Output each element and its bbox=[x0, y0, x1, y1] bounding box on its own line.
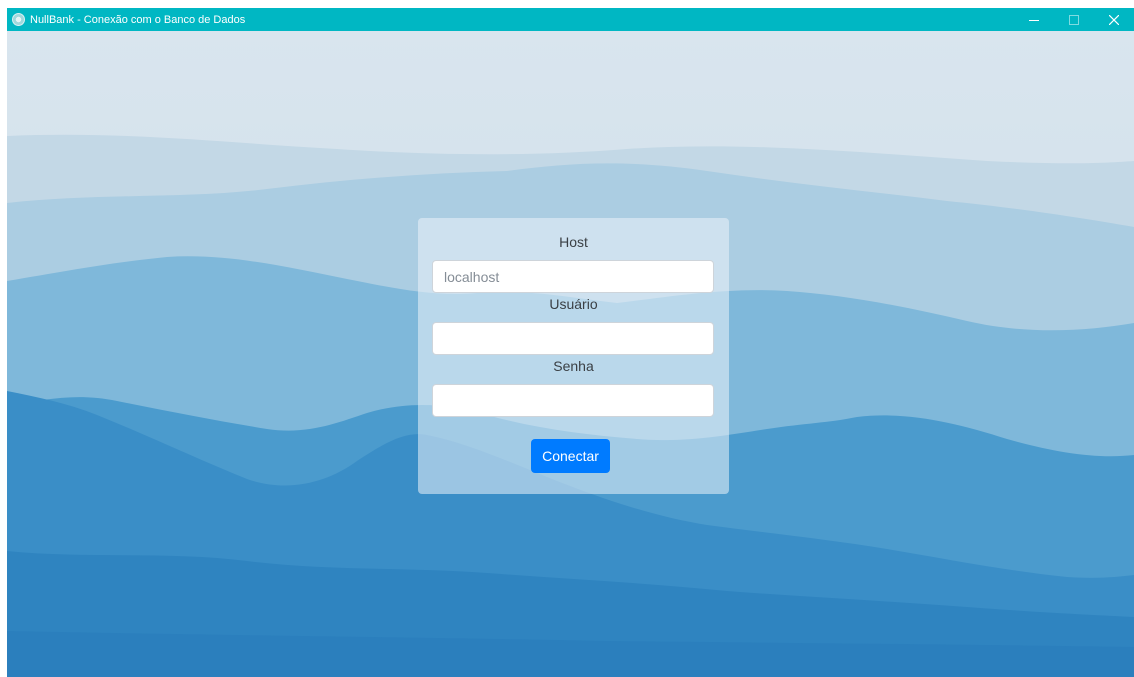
password-label: Senha bbox=[553, 358, 594, 374]
user-input[interactable] bbox=[432, 322, 714, 355]
login-card: Host Usuário Senha Conectar bbox=[418, 218, 729, 494]
minimize-button[interactable] bbox=[1014, 8, 1054, 31]
password-input[interactable] bbox=[432, 384, 714, 417]
close-icon bbox=[1109, 14, 1119, 25]
app-window: NullBank - Conexão com o Banco de Dados bbox=[7, 8, 1134, 677]
host-input[interactable] bbox=[432, 260, 714, 293]
app-icon bbox=[12, 13, 25, 26]
minimize-icon bbox=[1029, 19, 1039, 21]
connect-button[interactable]: Conectar bbox=[531, 439, 610, 473]
main-content: Host Usuário Senha Conectar bbox=[7, 31, 1134, 677]
window-controls bbox=[1014, 8, 1134, 31]
close-button[interactable] bbox=[1094, 8, 1134, 31]
maximize-button[interactable] bbox=[1054, 8, 1094, 31]
title-bar[interactable]: NullBank - Conexão com o Banco de Dados bbox=[7, 8, 1134, 31]
user-label: Usuário bbox=[549, 296, 598, 312]
window-title: NullBank - Conexão com o Banco de Dados bbox=[30, 13, 246, 26]
maximize-icon bbox=[1069, 14, 1079, 25]
host-label: Host bbox=[559, 234, 588, 250]
